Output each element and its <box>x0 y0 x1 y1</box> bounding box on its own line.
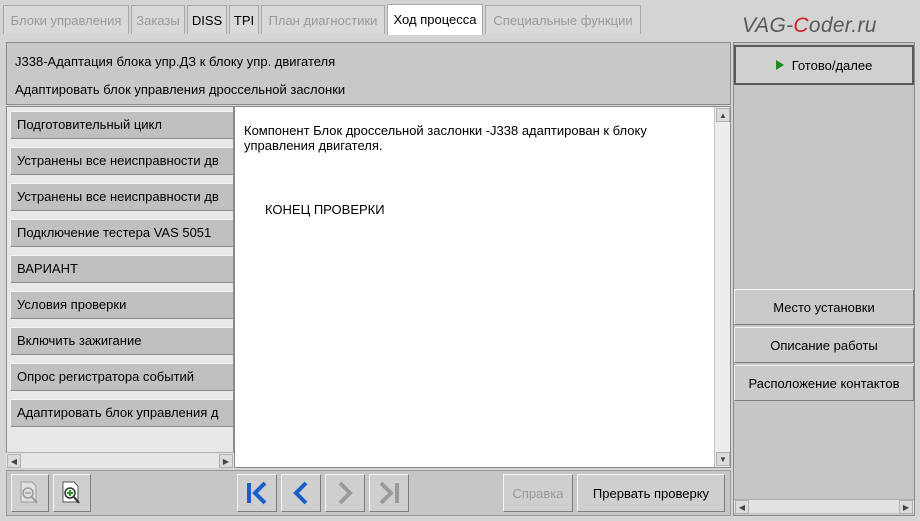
result-message: Компонент Блок дроссельной заслонки -J33… <box>244 123 647 153</box>
zoom-out-icon <box>20 481 38 504</box>
step-item[interactable]: Устранены все неисправности дв <box>10 147 233 175</box>
tab-orders[interactable]: Заказы <box>131 5 185 34</box>
step-item[interactable]: Подключение тестера VAS 5051 <box>10 219 233 247</box>
step-item[interactable]: ВАРИАНТ <box>10 255 233 283</box>
tab-diss[interactable]: DISS <box>187 5 227 34</box>
zoom-in-icon <box>62 481 80 504</box>
scroll-down-arrow-icon[interactable]: ▼ <box>716 452 730 466</box>
zoom-in-button[interactable] <box>53 474 91 512</box>
content-vertical-scrollbar[interactable]: ▲ ▼ <box>714 107 730 467</box>
done-next-label: Готово/далее <box>791 57 873 73</box>
right-panel-horizontal-scrollbar[interactable]: ◀ ▶ <box>734 499 914 514</box>
abort-test-button[interactable]: Прервать проверку <box>577 474 725 512</box>
first-step-button[interactable] <box>237 474 277 512</box>
tab-special-functions[interactable]: Специальные функции <box>485 5 641 34</box>
step-item[interactable]: Устранены все неисправности дв <box>10 183 233 211</box>
skip-to-last-icon <box>379 481 399 505</box>
content-panel: Компонент Блок дроссельной заслонки -J33… <box>234 106 731 468</box>
scroll-right-arrow-icon[interactable]: ▶ <box>219 454 233 468</box>
scroll-left-arrow-icon[interactable]: ◀ <box>735 500 749 514</box>
step-item[interactable]: Условия проверки <box>10 291 233 319</box>
chevron-right-icon <box>338 481 353 505</box>
chevron-left-icon <box>293 481 308 505</box>
work-description-button[interactable]: Описание работы <box>734 327 914 363</box>
help-button[interactable]: Справка <box>503 474 573 512</box>
step-list-horizontal-scrollbar[interactable]: ◀ ▶ <box>6 452 234 468</box>
install-location-button[interactable]: Место установки <box>734 289 914 325</box>
tab-process[interactable]: Ход процесса <box>387 4 483 35</box>
next-step-button[interactable] <box>325 474 365 512</box>
done-next-button[interactable]: Готово/далее <box>734 45 914 85</box>
tab-diagnostic-plan[interactable]: План диагностики <box>261 5 385 34</box>
procedure-subtitle: Адаптировать блок управления дроссельной… <box>15 82 346 97</box>
step-item[interactable]: Подготовительный цикл <box>10 111 233 139</box>
bottom-toolbar: Справка Прервать проверку <box>6 470 731 516</box>
zoom-out-button[interactable] <box>11 474 49 512</box>
step-list: Подготовительный цикл Устранены все неис… <box>6 106 234 468</box>
procedure-title: J338-Адаптация блока упр.ДЗ к блоку упр.… <box>15 54 336 69</box>
skip-to-first-icon <box>247 481 267 505</box>
procedure-header: J338-Адаптация блока упр.ДЗ к блоку упр.… <box>6 42 731 105</box>
play-icon <box>775 60 784 70</box>
tab-control-units[interactable]: Блоки управления <box>3 5 129 34</box>
scroll-left-arrow-icon[interactable]: ◀ <box>7 454 21 468</box>
right-panel: Готово/далее Место установки Описание ра… <box>733 42 915 516</box>
scroll-up-arrow-icon[interactable]: ▲ <box>716 108 730 122</box>
scroll-right-arrow-icon[interactable]: ▶ <box>899 500 913 514</box>
step-item[interactable]: Адаптировать блок управления д <box>10 399 233 427</box>
step-item[interactable]: Включить зажигание <box>10 327 233 355</box>
watermark-logo: VAG-Coder.ru <box>742 14 877 37</box>
step-item[interactable]: Опрос регистратора событий <box>10 363 233 391</box>
previous-step-button[interactable] <box>281 474 321 512</box>
last-step-button[interactable] <box>369 474 409 512</box>
contact-layout-button[interactable]: Расположение контактов <box>734 365 914 401</box>
end-of-test-label: КОНЕЦ ПРОВЕРКИ <box>265 202 385 217</box>
tab-tpi[interactable]: TPI <box>229 5 259 34</box>
